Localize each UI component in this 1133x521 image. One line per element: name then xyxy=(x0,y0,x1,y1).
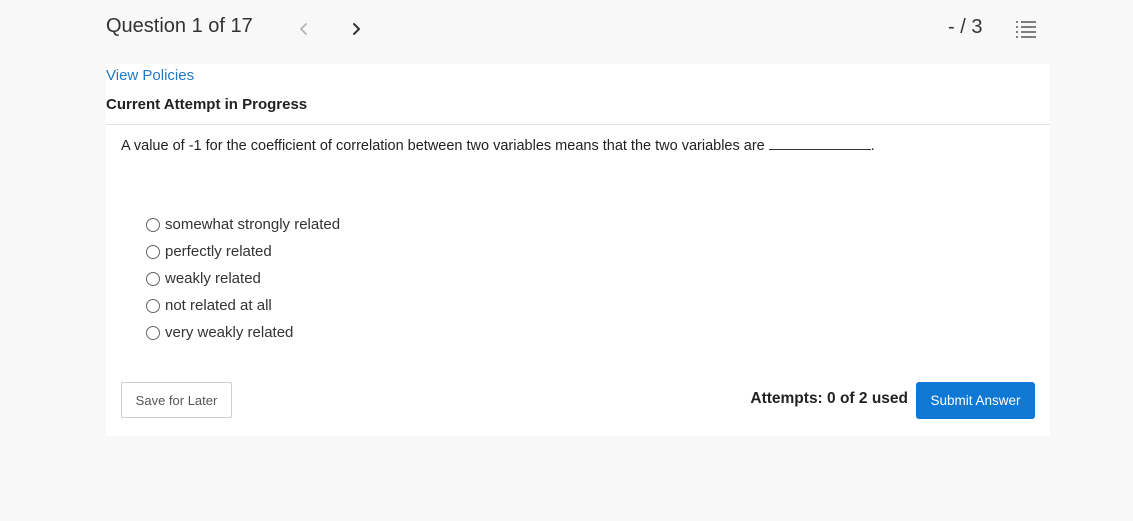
submit-answer-button[interactable]: Submit Answer xyxy=(916,382,1035,419)
score-display: - / 3 xyxy=(948,16,983,38)
chevron-left-icon xyxy=(300,23,307,35)
option-label: weakly related xyxy=(165,270,261,287)
question-header: Question 1 of 17 - / 3 xyxy=(0,0,1133,58)
previous-question-button[interactable] xyxy=(294,16,314,42)
option-label: perfectly related xyxy=(165,243,272,260)
radio-button[interactable] xyxy=(146,325,160,340)
radio-button[interactable] xyxy=(146,271,160,286)
radio-button[interactable] xyxy=(146,298,160,313)
view-policies-link[interactable]: View Policies xyxy=(106,67,194,84)
question-list-button[interactable] xyxy=(1014,18,1038,40)
question-card: View Policies Current Attempt in Progres… xyxy=(106,64,1050,436)
option-very-weakly-related[interactable]: very weakly related xyxy=(146,319,340,346)
attempts-counter: Attempts: 0 of 2 used xyxy=(750,390,908,407)
option-label: very weakly related xyxy=(165,324,294,341)
radio-button[interactable] xyxy=(146,244,160,259)
question-text: A value of -1 for the coefficient of cor… xyxy=(121,137,875,154)
option-perfectly-related[interactable]: perfectly related xyxy=(146,238,340,265)
list-icon xyxy=(1016,21,1036,38)
question-prompt: A value of -1 for the coefficient of cor… xyxy=(121,138,765,154)
question-period: . xyxy=(870,138,875,154)
option-not-related-at-all[interactable]: not related at all xyxy=(146,292,340,319)
next-question-button[interactable] xyxy=(346,16,366,42)
radio-button[interactable] xyxy=(146,217,160,232)
save-for-later-button[interactable]: Save for Later xyxy=(121,382,232,418)
attempt-heading: Current Attempt in Progress xyxy=(106,96,308,113)
option-somewhat-strongly-related[interactable]: somewhat strongly related xyxy=(146,211,340,238)
answer-blank xyxy=(768,137,871,150)
option-weakly-related[interactable]: weakly related xyxy=(146,265,340,292)
question-counter: Question 1 of 17 xyxy=(106,15,253,37)
option-label: somewhat strongly related xyxy=(165,216,341,233)
option-label: not related at all xyxy=(165,297,272,314)
answer-options: somewhat strongly related perfectly rela… xyxy=(146,211,340,346)
chevron-right-icon xyxy=(353,23,360,35)
divider xyxy=(106,124,1050,125)
